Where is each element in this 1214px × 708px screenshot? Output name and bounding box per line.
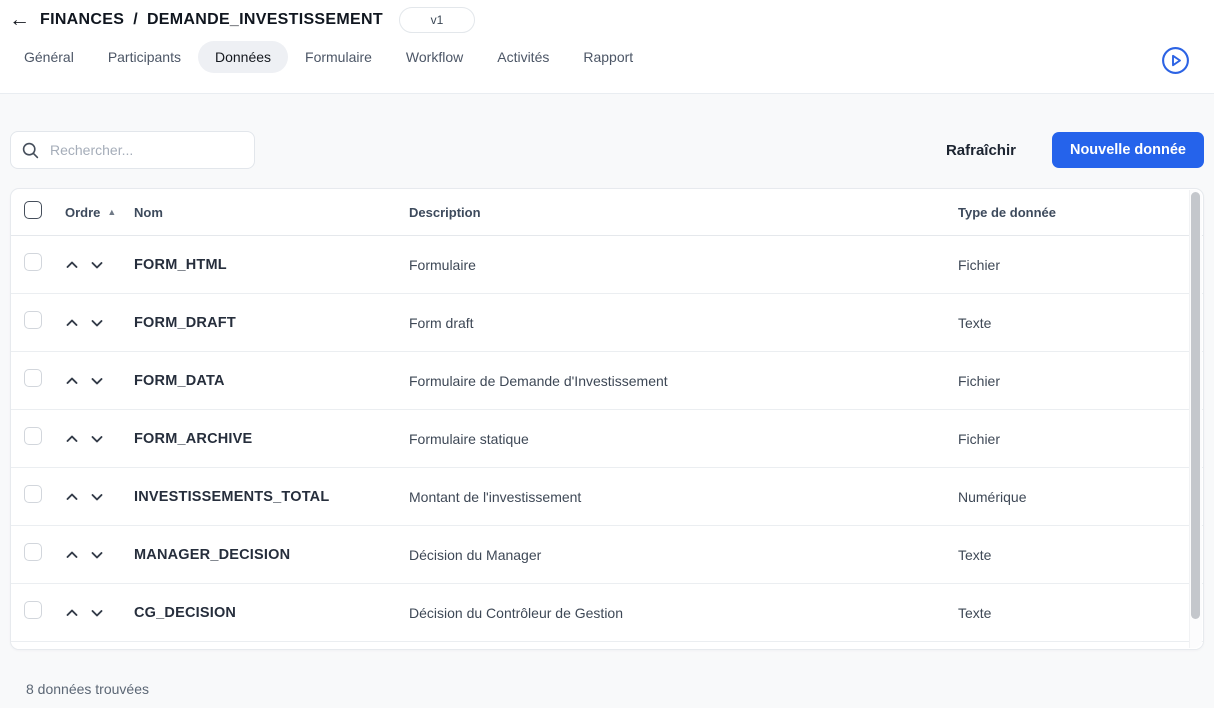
- move-down-button[interactable]: [90, 258, 104, 272]
- column-header-description[interactable]: Description: [409, 205, 958, 220]
- row-name: FORM_ARCHIVE: [134, 431, 409, 447]
- row-description: Formulaire statique: [409, 431, 958, 447]
- row-checkbox[interactable]: [24, 485, 42, 503]
- back-arrow-icon[interactable]: ←: [9, 9, 30, 30]
- row-type: Fichier: [958, 431, 1203, 447]
- result-count: 8 données trouvées: [10, 650, 1204, 697]
- row-name: FORM_DATA: [134, 373, 409, 389]
- tab-activites[interactable]: Activités: [480, 41, 566, 73]
- row-name: FORM_DRAFT: [134, 315, 409, 331]
- row-description: Formulaire: [409, 257, 958, 273]
- table-row: CG_DECISION Décision du Contrôleur de Ge…: [11, 584, 1203, 642]
- column-header-type[interactable]: Type de donnée: [958, 205, 1203, 220]
- table-header-row: Ordre ▲ Nom Description Type de donnée: [11, 189, 1203, 236]
- row-type: Texte: [958, 547, 1203, 563]
- tab-workflow[interactable]: Workflow: [389, 41, 480, 73]
- table-row: FORM_ARCHIVE Formulaire statique Fichier: [11, 410, 1203, 468]
- sort-asc-icon: ▲: [107, 208, 116, 217]
- move-up-button[interactable]: [65, 316, 79, 330]
- tab-rapport[interactable]: Rapport: [566, 41, 650, 73]
- tab-bar: GénéralParticipantsDonnéesFormulaireWork…: [0, 32, 1214, 73]
- row-name: FORM_HTML: [134, 257, 409, 273]
- move-down-button[interactable]: [90, 606, 104, 620]
- move-down-button[interactable]: [90, 548, 104, 562]
- table-row: FORM_HTML Formulaire Fichier: [11, 236, 1203, 294]
- move-up-button[interactable]: [65, 548, 79, 562]
- row-type: Texte: [958, 315, 1203, 331]
- row-description: Décision du Contrôleur de Gestion: [409, 605, 958, 621]
- row-type: Numérique: [958, 489, 1203, 505]
- table-body: FORM_HTML Formulaire Fichier FORM_DRAFT …: [11, 236, 1203, 642]
- row-type: Fichier: [958, 257, 1203, 273]
- row-checkbox[interactable]: [24, 601, 42, 619]
- row-type: Fichier: [958, 373, 1203, 389]
- search-box: [10, 131, 255, 169]
- move-up-button[interactable]: [65, 258, 79, 272]
- toolbar: Rafraîchir Nouvelle donnée: [10, 131, 1204, 169]
- row-description: Form draft: [409, 315, 958, 331]
- column-header-ordre[interactable]: Ordre ▲: [65, 205, 134, 220]
- move-down-button[interactable]: [90, 316, 104, 330]
- row-description: Formulaire de Demande d'Investissement: [409, 373, 958, 389]
- play-icon: [1161, 63, 1190, 78]
- tab-donnees[interactable]: Données: [198, 41, 288, 73]
- breadcrumb: ← FINANCES / DEMANDE_INVESTISSEMENT v1: [0, 0, 1214, 32]
- move-up-button[interactable]: [65, 432, 79, 446]
- row-checkbox[interactable]: [24, 427, 42, 445]
- tab-formulaire[interactable]: Formulaire: [288, 41, 389, 73]
- breadcrumb-separator: /: [133, 11, 138, 29]
- table-row: FORM_DATA Formulaire de Demande d'Invest…: [11, 352, 1203, 410]
- table-row: INVESTISSEMENTS_TOTAL Montant de l'inves…: [11, 468, 1203, 526]
- table-row-partial: [11, 642, 1203, 650]
- data-table: Ordre ▲ Nom Description Type de donnée F…: [10, 188, 1204, 650]
- search-icon: [22, 142, 39, 159]
- table-scrollbar-thumb[interactable]: [1191, 192, 1200, 619]
- table-scrollbar-track[interactable]: [1189, 190, 1202, 648]
- row-checkbox[interactable]: [24, 543, 42, 561]
- move-down-button[interactable]: [90, 374, 104, 388]
- row-checkbox[interactable]: [24, 369, 42, 387]
- top-header: ← FINANCES / DEMANDE_INVESTISSEMENT v1 G…: [0, 0, 1214, 94]
- run-workflow-button[interactable]: [1161, 46, 1190, 75]
- row-checkbox[interactable]: [24, 311, 42, 329]
- row-checkbox[interactable]: [24, 253, 42, 271]
- breadcrumb-parent[interactable]: FINANCES: [40, 11, 124, 29]
- move-up-button[interactable]: [65, 606, 79, 620]
- move-up-button[interactable]: [65, 374, 79, 388]
- row-description: Montant de l'investissement: [409, 489, 958, 505]
- main-content: Rafraîchir Nouvelle donnée Ordre ▲ Nom D…: [0, 131, 1214, 697]
- row-description: Décision du Manager: [409, 547, 958, 563]
- row-type: Texte: [958, 605, 1203, 621]
- select-all-checkbox[interactable]: [24, 201, 42, 219]
- tab-general[interactable]: Général: [7, 41, 91, 73]
- move-down-button[interactable]: [90, 432, 104, 446]
- column-header-nom[interactable]: Nom: [134, 205, 409, 220]
- refresh-button[interactable]: Rafraîchir: [944, 136, 1018, 165]
- tab-participants[interactable]: Participants: [91, 41, 198, 73]
- row-name: MANAGER_DECISION: [134, 547, 409, 563]
- row-name: CG_DECISION: [134, 605, 409, 621]
- table-row: FORM_DRAFT Form draft Texte: [11, 294, 1203, 352]
- version-badge[interactable]: v1: [399, 7, 475, 33]
- table-row: MANAGER_DECISION Décision du Manager Tex…: [11, 526, 1203, 584]
- row-name: INVESTISSEMENTS_TOTAL: [134, 489, 409, 505]
- breadcrumb-current: DEMANDE_INVESTISSEMENT: [147, 11, 383, 29]
- new-data-button[interactable]: Nouvelle donnée: [1052, 132, 1204, 168]
- move-up-button[interactable]: [65, 490, 79, 504]
- move-down-button[interactable]: [90, 490, 104, 504]
- search-input[interactable]: [48, 141, 243, 159]
